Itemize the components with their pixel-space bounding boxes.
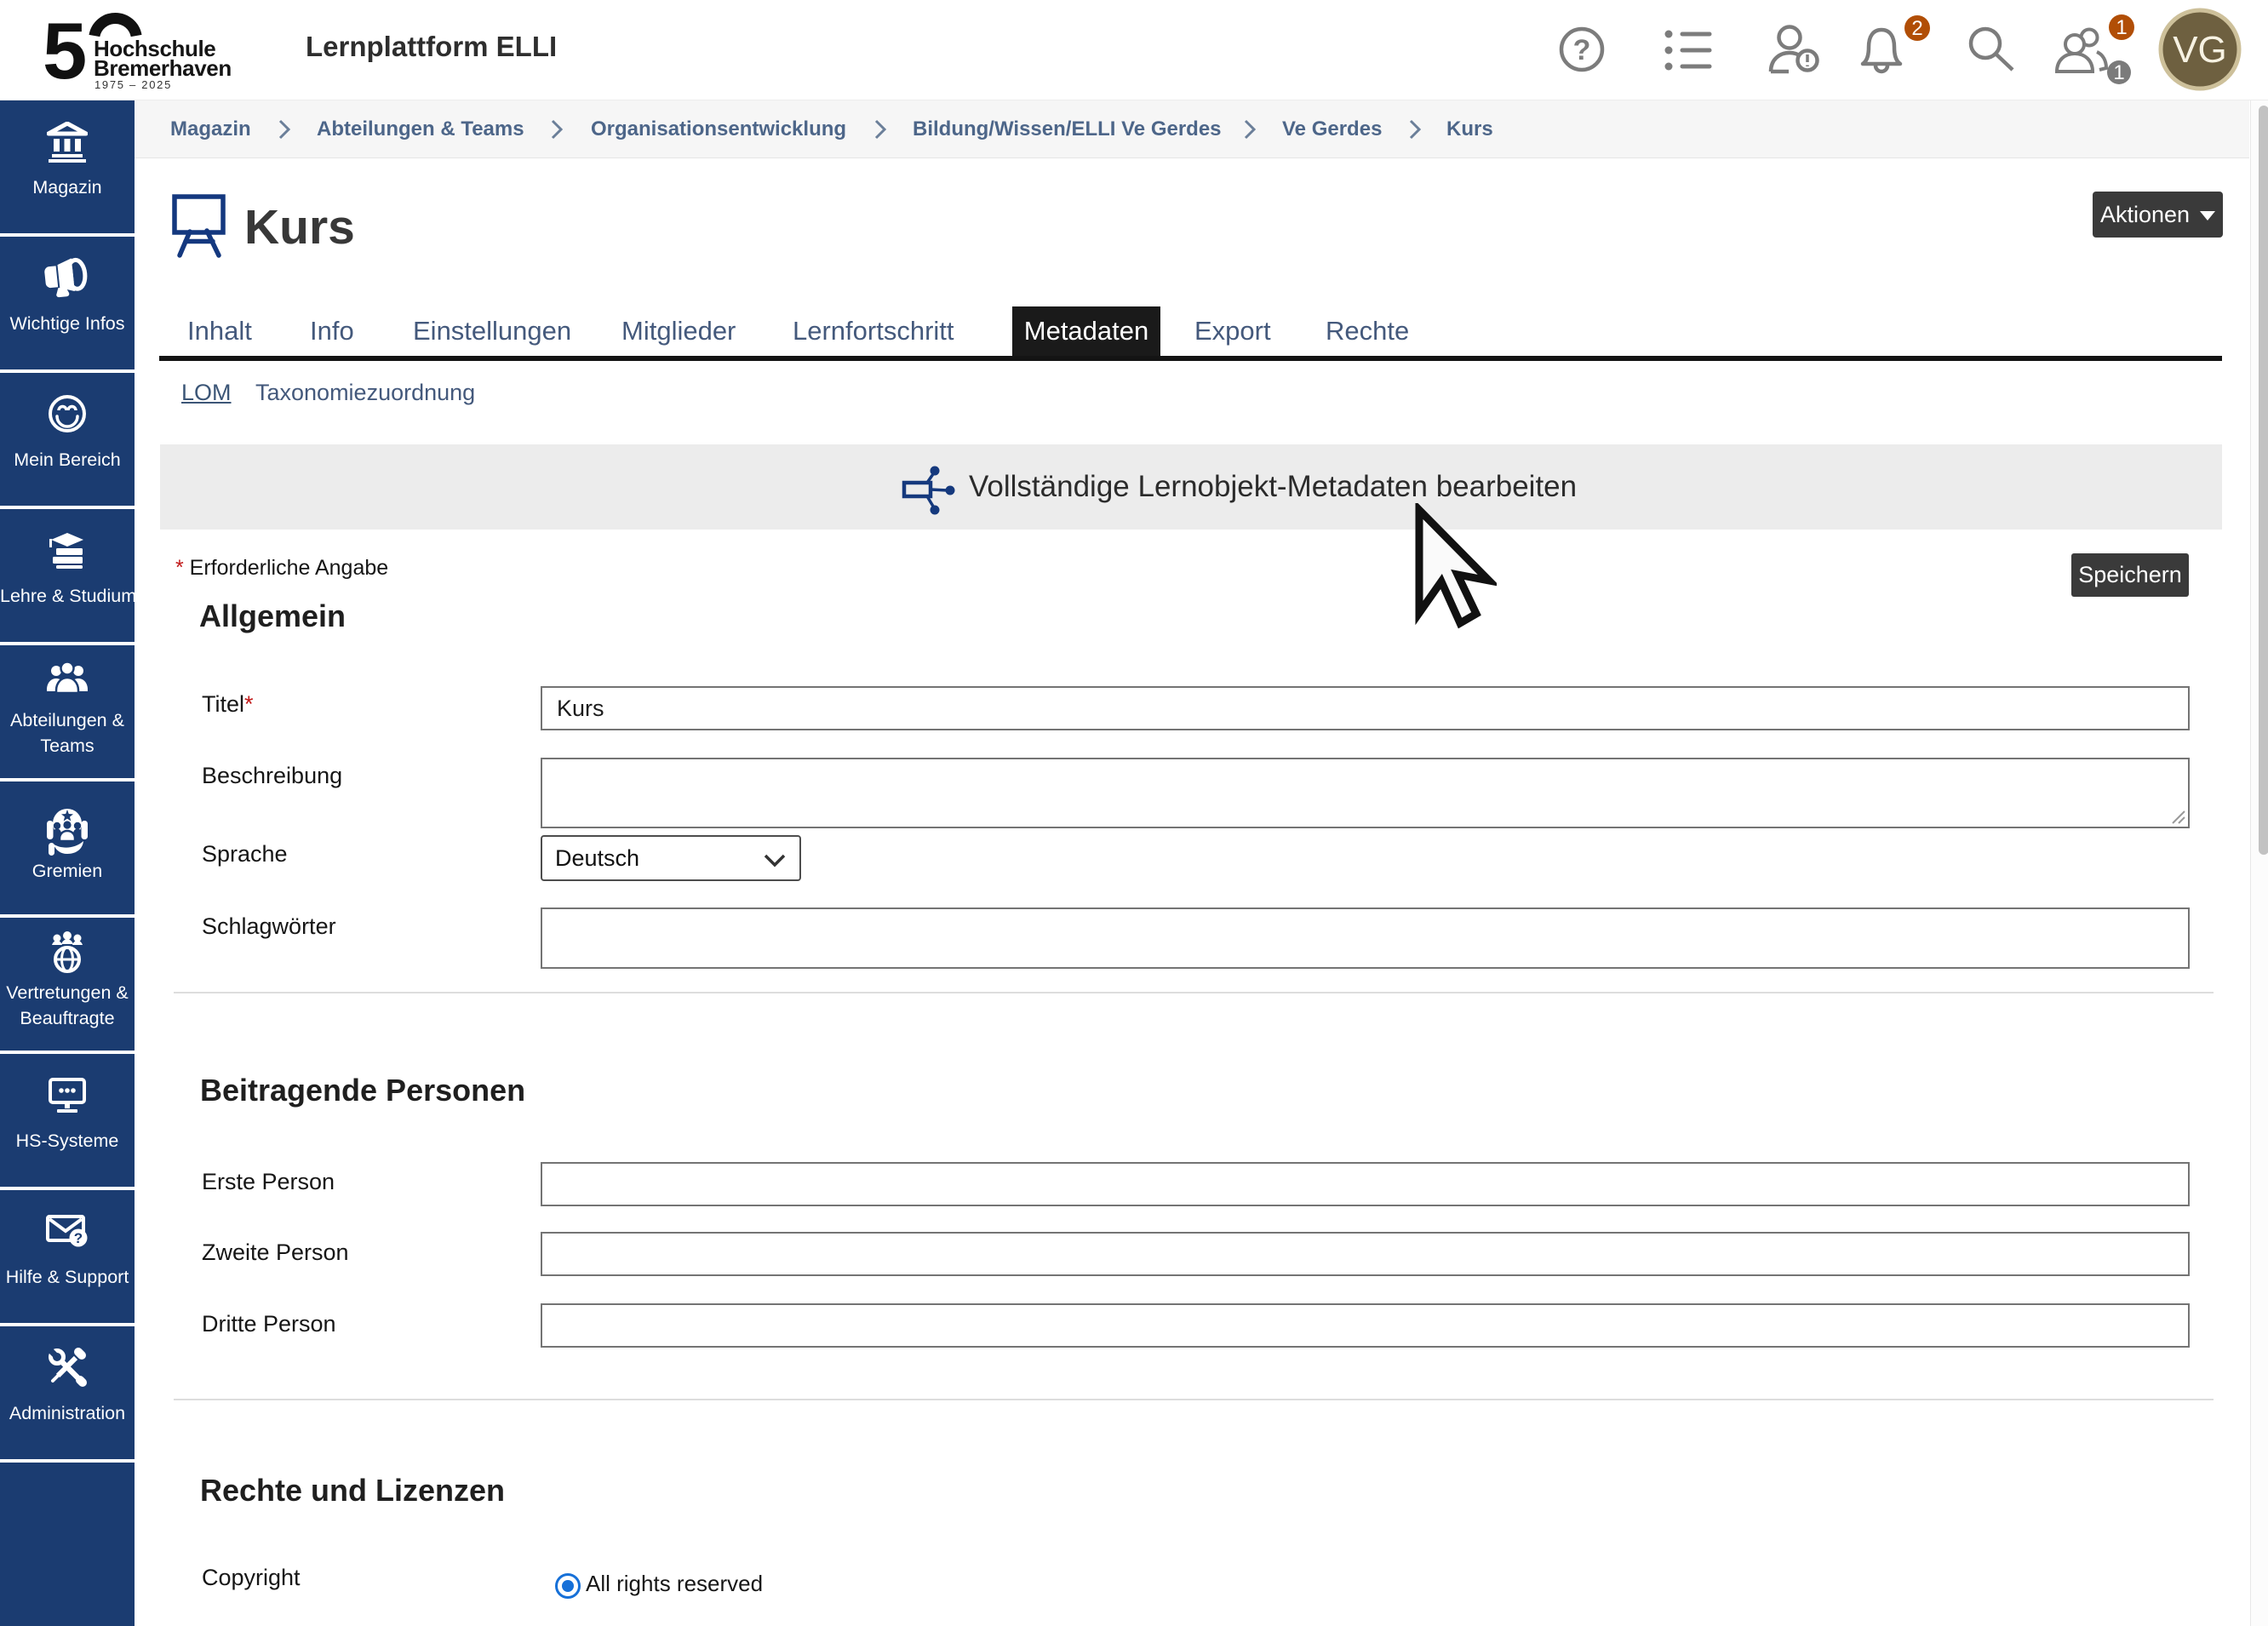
svg-text:Bremerhaven: Bremerhaven: [94, 55, 232, 81]
svg-text:1: 1: [2116, 16, 2127, 39]
svg-text:?: ?: [1573, 34, 1591, 66]
svg-text:2: 2: [1911, 17, 1922, 40]
svg-text:VG: VG: [2173, 29, 2227, 71]
svg-text:1: 1: [2113, 61, 2124, 84]
svg-text:5: 5: [43, 9, 87, 95]
svg-text:1975 – 2025: 1975 – 2025: [94, 78, 172, 91]
svg-text:?: ?: [74, 1230, 83, 1246]
